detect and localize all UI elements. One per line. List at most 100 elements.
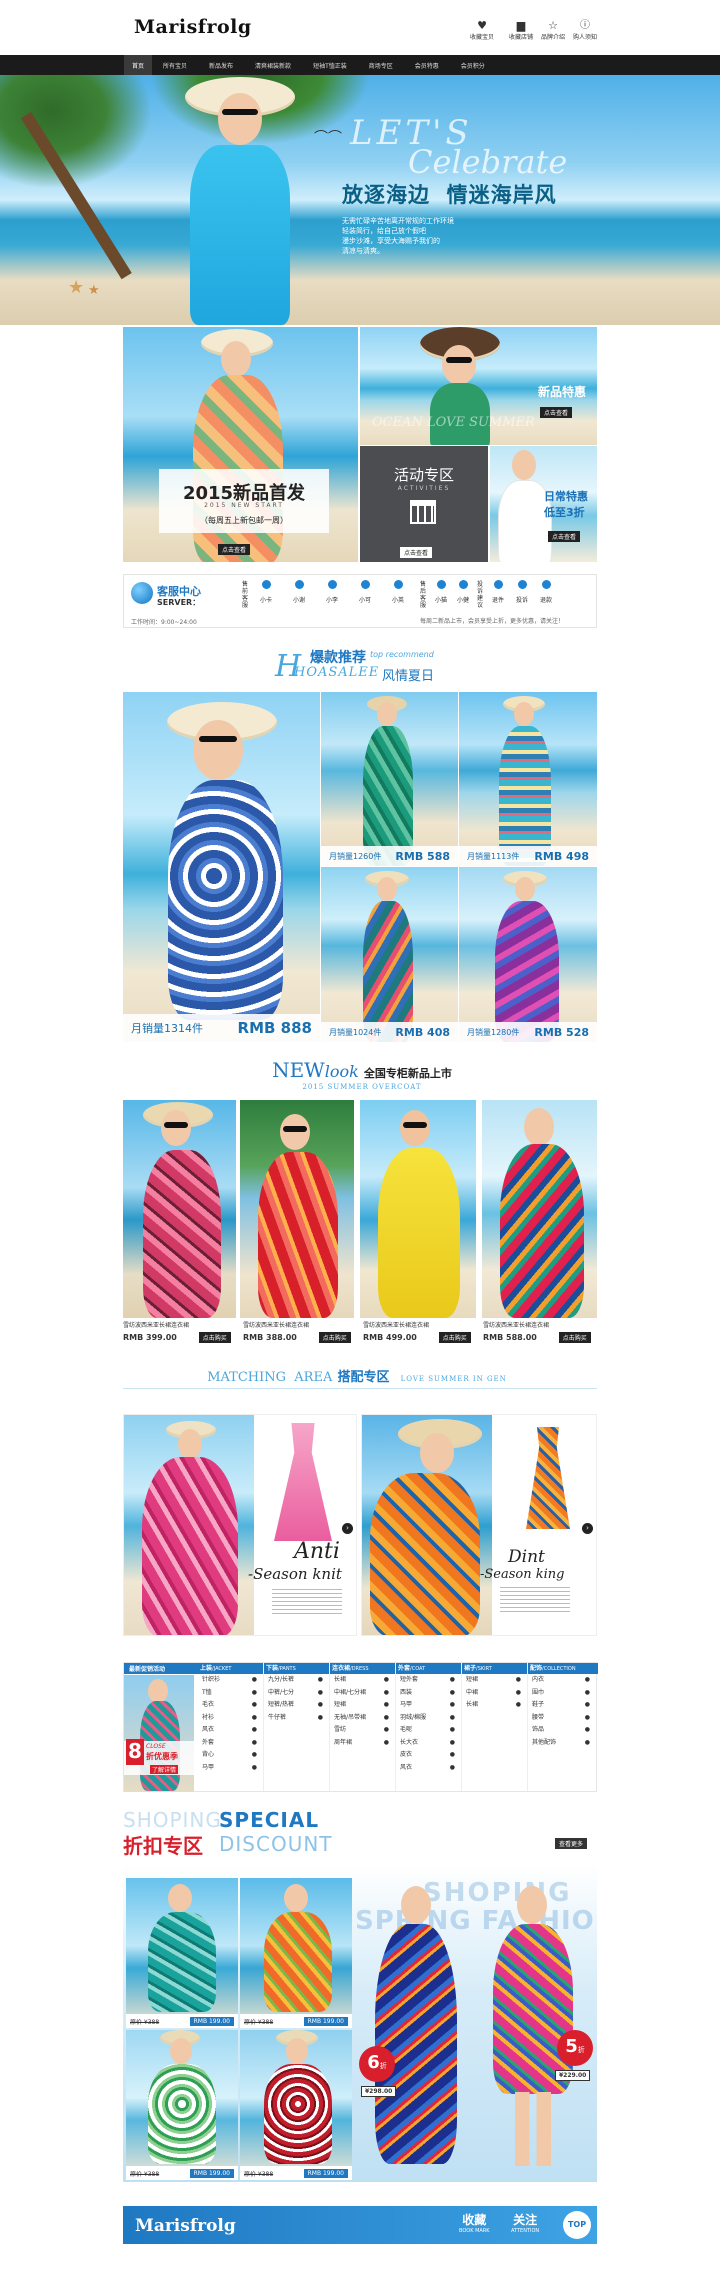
- nav-all-items[interactable]: 所有宝贝: [152, 61, 198, 70]
- complaint-button[interactable]: 投诉: [513, 580, 531, 604]
- nav-mall[interactable]: 商场专区: [358, 61, 404, 70]
- category-link[interactable]: 周年裙 ●: [334, 1737, 395, 1750]
- newlook-product-card[interactable]: [123, 1100, 236, 1318]
- newlook-buy-button[interactable]: 点击购买: [318, 1332, 351, 1343]
- category-link[interactable]: 针织衫 ●: [202, 1674, 263, 1687]
- favorite-shop-link[interactable]: ▆ 收藏店铺: [505, 20, 537, 42]
- matching-left-t2: -Season knit: [248, 1565, 342, 1583]
- back-to-top-button[interactable]: TOP: [563, 2211, 591, 2239]
- agent-chat-button[interactable]: 小李: [320, 580, 344, 604]
- brand-intro-link[interactable]: ☆ 品牌介绍: [537, 20, 569, 42]
- newlook-buy-button[interactable]: 点击购买: [438, 1332, 471, 1343]
- category-link[interactable]: 短裙 ●: [466, 1674, 527, 1687]
- newlook-product-card[interactable]: [240, 1100, 354, 1318]
- category-link[interactable]: 衬衫 ●: [202, 1712, 263, 1725]
- agent-chat-button[interactable]: 小谢: [287, 580, 311, 604]
- special-product-card[interactable]: 原价 ¥388 RMB 199.00: [126, 1878, 238, 2028]
- agent-chat-button[interactable]: 小英: [386, 580, 410, 604]
- category-link[interactable]: 马甲 ●: [202, 1762, 263, 1775]
- category-link[interactable]: 内衣 ●: [532, 1674, 596, 1687]
- new-arrival-banner[interactable]: 2015新品首发 2015 NEW START （每周五上新包邮一周） 点击查看: [123, 327, 358, 562]
- footer-follow-button[interactable]: 关注 ATTENTION: [511, 2211, 539, 2234]
- category-link[interactable]: 无袖/吊带裙 ●: [334, 1712, 395, 1725]
- category-link[interactable]: 饰品 ●: [532, 1724, 596, 1737]
- member-deal-banner[interactable]: OCEAN LOVE SUMMER 新品特惠 点击查看: [360, 327, 597, 445]
- category-link[interactable]: 外套 ●: [202, 1737, 263, 1750]
- matching-panel-left[interactable]: › Anti -Season knit: [123, 1414, 357, 1636]
- matching-panel-right[interactable]: › Dint -Season king: [361, 1414, 597, 1636]
- category-link[interactable]: 中裤/七分 ●: [268, 1687, 329, 1700]
- nav-tshirts[interactable]: 短袖T恤正装: [302, 61, 358, 70]
- category-link[interactable]: 长裙 ●: [334, 1674, 395, 1687]
- category-link[interactable]: 长大衣 ●: [400, 1737, 461, 1750]
- complaint-button[interactable]: 退件: [489, 580, 507, 604]
- new-arrival-button[interactable]: 点击查看: [218, 537, 251, 556]
- category-link[interactable]: 腰带 ●: [532, 1712, 596, 1725]
- category-link[interactable]: 围巾 ●: [532, 1687, 596, 1700]
- special-product-card[interactable]: 原价 ¥388 RMB 199.00: [240, 2030, 352, 2180]
- daily-sale-banner[interactable]: 日常特惠 低至3折 点击查看: [490, 446, 597, 562]
- category-link[interactable]: 短裙 ●: [334, 1699, 395, 1712]
- category-link[interactable]: 短裤/热裤 ●: [268, 1699, 329, 1712]
- next-arrow-icon[interactable]: ›: [582, 1523, 593, 1534]
- hot-product-card[interactable]: 月销量1314件 RMB 888: [123, 692, 320, 1042]
- catalog-promo-card[interactable]: 8 CLOSE 折优惠季 了解详情: [124, 1675, 194, 1792]
- hot-product-card[interactable]: 月销量1024件 RMB 408: [321, 867, 458, 1042]
- nav-member-sale[interactable]: 会员特惠: [404, 61, 450, 70]
- hero-banner[interactable]: ★ ★ ⌒⌒ LET'S Celebrate 放逐海边 情迷海岸风 无需忙碌辛苦…: [0, 75, 720, 325]
- member-deal-ghost: OCEAN LOVE SUMMER: [372, 415, 535, 430]
- hot-product-card[interactable]: 月销量1280件 RMB 528: [459, 867, 597, 1042]
- catalog-discount-button[interactable]: 了解详情: [150, 1765, 179, 1774]
- nav-home[interactable]: 首页: [124, 54, 153, 76]
- category-link[interactable]: 其他配饰 ●: [532, 1737, 596, 1750]
- category-link-label: 皮衣: [400, 1751, 413, 1758]
- category-link[interactable]: 雪纺 ●: [334, 1724, 395, 1737]
- agent-chat-button[interactable]: 小可: [353, 580, 377, 604]
- footer-bookmark-button[interactable]: 收藏 BOOK MARK: [459, 2211, 490, 2234]
- category-link[interactable]: 羽绒/棉服 ●: [400, 1712, 461, 1725]
- activity-banner[interactable]: 活动专区 ACTIVITIES 点击查看: [360, 446, 488, 562]
- activity-button[interactable]: 点击查看: [400, 540, 433, 559]
- category-link[interactable]: 风衣 ●: [400, 1762, 461, 1775]
- category-link[interactable]: T恤 ●: [202, 1687, 263, 1700]
- special-product-card[interactable]: 原价 ¥388 RMB 199.00: [240, 1878, 352, 2028]
- category-link[interactable]: 长裙 ●: [466, 1699, 527, 1712]
- special-more-button[interactable]: 查看更多: [555, 1838, 588, 1849]
- special-model-left[interactable]: 6折 ¥298.00: [359, 1880, 473, 2176]
- agent-chat-button[interactable]: 小猫: [432, 580, 450, 604]
- category-link[interactable]: 短外套 ●: [400, 1674, 461, 1687]
- agent-chat-button[interactable]: 小卡: [254, 580, 278, 604]
- category-link[interactable]: 牛仔裤 ●: [268, 1712, 329, 1725]
- newlook-product-card[interactable]: [482, 1100, 597, 1318]
- newlook-buy-button[interactable]: 点击购买: [558, 1332, 591, 1343]
- hot-product-card[interactable]: 月销量1113件 RMB 498: [459, 692, 597, 866]
- special-model-right[interactable]: 5折 ¥229.00: [473, 1880, 593, 2176]
- member-deal-button[interactable]: 点击查看: [540, 400, 573, 419]
- favorite-item-link[interactable]: ♥ 收藏宝贝: [466, 20, 498, 42]
- agent-chat-button[interactable]: 小健: [454, 580, 472, 604]
- category-link[interactable]: 毛衣 ●: [202, 1699, 263, 1712]
- brand-logo[interactable]: Marisfrolg: [134, 16, 252, 38]
- category-link[interactable]: 西装 ●: [400, 1687, 461, 1700]
- newlook-product-card[interactable]: [360, 1100, 476, 1318]
- category-link[interactable]: 九分/长裤 ●: [268, 1674, 329, 1687]
- category-link[interactable]: 皮衣 ●: [400, 1749, 461, 1762]
- category-link[interactable]: 鞋子 ●: [532, 1699, 596, 1712]
- complaint-button[interactable]: 退款: [537, 580, 555, 604]
- nav-new-release[interactable]: 新品发布: [198, 61, 244, 70]
- category-link[interactable]: 毛呢 ●: [400, 1724, 461, 1737]
- nav-dresses[interactable]: 清爽裙装新款: [244, 61, 302, 70]
- category-link[interactable]: 中裙 ●: [466, 1687, 527, 1700]
- special-product-card[interactable]: 原价 ¥388 RMB 199.00: [126, 2030, 238, 2180]
- nav-member-points[interactable]: 会员积分: [450, 61, 496, 70]
- hot-product-card[interactable]: 月销量1260件 RMB 588: [321, 692, 458, 866]
- next-arrow-icon[interactable]: ›: [342, 1523, 353, 1534]
- category-link[interactable]: 马甲 ●: [400, 1699, 461, 1712]
- category-link[interactable]: 中裙/七分裙 ●: [334, 1687, 395, 1700]
- newlook-buy-button[interactable]: 点击购买: [198, 1332, 231, 1343]
- category-link[interactable]: 背心 ●: [202, 1749, 263, 1762]
- daily-sale-button[interactable]: 点击查看: [548, 524, 581, 543]
- footer-brand[interactable]: Marisfrolg: [135, 2216, 236, 2236]
- purchase-notes-link[interactable]: ⓘ 购人须知: [569, 20, 601, 41]
- category-link[interactable]: 风衣 ●: [202, 1724, 263, 1737]
